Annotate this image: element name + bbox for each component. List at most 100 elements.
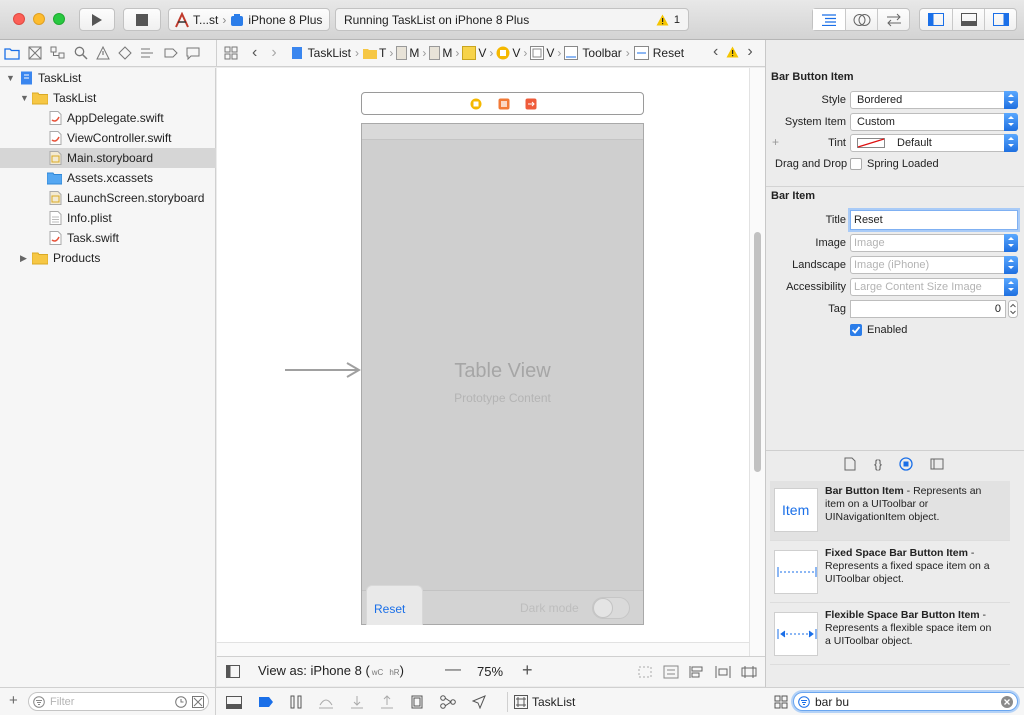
warning-badge[interactable]: 1 bbox=[656, 14, 680, 26]
forward-arrow-icon[interactable]: › bbox=[271, 45, 276, 61]
run-button[interactable] bbox=[79, 8, 115, 31]
title-field[interactable]: Reset bbox=[850, 210, 1018, 230]
stop-button[interactable] bbox=[123, 8, 161, 31]
scheme-selector[interactable]: T...st › iPhone 8 Plus bbox=[168, 8, 330, 31]
list-item[interactable]: Info.plist bbox=[0, 208, 216, 228]
reset-bar-button[interactable]: Reset bbox=[366, 585, 423, 625]
tint-popup[interactable]: Default bbox=[850, 134, 1018, 152]
object-library-icon[interactable] bbox=[899, 457, 913, 471]
style-popup[interactable]: Bordered bbox=[850, 91, 1018, 109]
clear-search-icon[interactable] bbox=[1001, 696, 1013, 708]
crumb-toolbar[interactable]: Toolbar bbox=[582, 46, 621, 60]
list-item[interactable]: ▼ TaskList bbox=[0, 68, 216, 88]
debug-icon[interactable] bbox=[140, 46, 156, 60]
file-template-icon[interactable] bbox=[843, 457, 857, 471]
pin-icon[interactable] bbox=[715, 665, 731, 679]
close-window-button[interactable] bbox=[13, 13, 25, 25]
media-library-icon[interactable] bbox=[930, 457, 944, 471]
issue-icon[interactable] bbox=[96, 46, 110, 60]
clock-icon[interactable] bbox=[175, 696, 187, 708]
disclosure-triangle-icon[interactable]: ▶ bbox=[20, 253, 30, 264]
library-item-bar-button-item[interactable]: Item Bar Button Item - Represents an ite… bbox=[770, 481, 1010, 541]
filter-field[interactable]: Filter bbox=[28, 692, 209, 711]
toggle-navigator-button[interactable] bbox=[920, 9, 952, 30]
step-in-icon[interactable] bbox=[350, 695, 364, 709]
document-outline-toggle-icon[interactable] bbox=[226, 665, 240, 678]
zoom-window-button[interactable] bbox=[53, 13, 65, 25]
previous-issue-icon[interactable]: ‹ bbox=[713, 44, 718, 60]
list-item[interactable]: ▶ Products bbox=[0, 248, 216, 268]
crumb-6[interactable]: V bbox=[546, 46, 554, 60]
list-item[interactable]: ▼ TaskList bbox=[0, 88, 216, 108]
warning-icon[interactable] bbox=[726, 46, 739, 58]
list-item[interactable]: ViewController.swift bbox=[0, 128, 216, 148]
update-frames-icon[interactable] bbox=[637, 665, 653, 679]
spring-loaded-checkbox[interactable] bbox=[850, 158, 862, 170]
disclosure-triangle-icon[interactable]: ▼ bbox=[6, 73, 16, 83]
image-combo[interactable]: Image bbox=[850, 234, 1018, 252]
first-responder-icon[interactable] bbox=[498, 98, 510, 110]
next-issue-icon[interactable]: › bbox=[747, 44, 752, 60]
initial-view-controller-arrow-icon[interactable] bbox=[285, 362, 363, 378]
exit-icon[interactable] bbox=[525, 98, 537, 110]
toggle-utilities-button[interactable] bbox=[984, 9, 1016, 30]
pause-icon[interactable] bbox=[290, 695, 302, 709]
folder-icon[interactable] bbox=[4, 46, 20, 60]
search-icon[interactable] bbox=[74, 46, 88, 60]
accessibility-combo[interactable]: Large Content Size Image bbox=[850, 278, 1018, 296]
debug-view-hierarchy-icon[interactable] bbox=[410, 695, 424, 709]
back-arrow-icon[interactable]: ‹ bbox=[252, 45, 257, 61]
view-as-selector[interactable]: View as: iPhone 8 ( wC hR ) bbox=[258, 663, 404, 678]
toolbar[interactable]: Reset Dark mode bbox=[362, 585, 643, 625]
library-item-flexible-space[interactable]: Flexible Space Bar Button Item - Represe… bbox=[770, 605, 1010, 665]
hide-debug-area-icon[interactable] bbox=[226, 695, 242, 709]
step-out-icon[interactable] bbox=[380, 695, 394, 709]
embed-in-icon[interactable] bbox=[663, 665, 679, 679]
enabled-checkbox[interactable] bbox=[850, 324, 862, 336]
minimize-window-button[interactable] bbox=[33, 13, 45, 25]
stepper-icon[interactable] bbox=[1008, 300, 1018, 318]
memory-graph-icon[interactable] bbox=[440, 695, 456, 709]
tag-field[interactable]: 0 bbox=[850, 300, 1006, 318]
test-icon[interactable] bbox=[118, 46, 132, 60]
related-items-icon[interactable] bbox=[224, 46, 238, 60]
resolve-issues-icon[interactable] bbox=[741, 665, 757, 679]
table-view-scene[interactable]: Table View Prototype Content Reset Dark … bbox=[361, 123, 644, 625]
zoom-in-button[interactable]: + bbox=[522, 660, 533, 681]
scene-dock[interactable] bbox=[361, 92, 644, 115]
crumb-project[interactable]: TaskList bbox=[308, 46, 351, 60]
crumb-2[interactable]: M bbox=[409, 46, 419, 60]
list-item[interactable]: Main.storyboard bbox=[0, 148, 216, 168]
grid-view-icon[interactable] bbox=[774, 695, 788, 709]
list-item[interactable]: LaunchScreen.storyboard bbox=[0, 188, 216, 208]
crumb-3[interactable]: M bbox=[442, 46, 452, 60]
breakpoint-icon[interactable] bbox=[164, 46, 178, 60]
report-icon[interactable] bbox=[186, 46, 200, 60]
scm-filter-icon[interactable] bbox=[192, 696, 204, 708]
add-file-button[interactable]: + bbox=[9, 692, 18, 709]
crumb-1[interactable]: T bbox=[379, 46, 386, 60]
assistant-editor-button[interactable] bbox=[845, 9, 877, 30]
code-snippet-icon[interactable]: {} bbox=[874, 457, 882, 471]
crumb-5[interactable]: V bbox=[512, 46, 520, 60]
process-label[interactable]: TaskList bbox=[532, 695, 575, 709]
list-item[interactable]: Task.swift bbox=[0, 228, 216, 248]
dark-mode-switch[interactable] bbox=[592, 597, 630, 619]
landscape-combo[interactable]: Image (iPhone) bbox=[850, 256, 1018, 274]
step-over-icon[interactable] bbox=[318, 695, 334, 709]
symbol-icon[interactable] bbox=[50, 46, 66, 60]
disclosure-triangle-icon[interactable]: ▼ bbox=[20, 93, 30, 103]
library-search-field[interactable]: bar bu bbox=[793, 692, 1018, 711]
library-item-fixed-space[interactable]: Fixed Space Bar Button Item - Represents… bbox=[770, 543, 1010, 603]
breakpoints-toggle-icon[interactable] bbox=[258, 696, 274, 708]
version-editor-button[interactable] bbox=[877, 9, 909, 30]
toggle-debug-area-button[interactable] bbox=[952, 9, 984, 30]
zoom-out-button[interactable]: — bbox=[445, 661, 461, 679]
crumb-selected[interactable]: Reset bbox=[653, 46, 684, 60]
vertical-scrollbar[interactable] bbox=[754, 232, 761, 472]
list-item[interactable]: AppDelegate.swift bbox=[0, 108, 216, 128]
standard-editor-button[interactable] bbox=[813, 9, 845, 30]
crumb-4[interactable]: V bbox=[478, 46, 486, 60]
storyboard-canvas[interactable]: Table View Prototype Content Reset Dark … bbox=[217, 68, 761, 652]
list-item[interactable]: Assets.xcassets bbox=[0, 168, 216, 188]
